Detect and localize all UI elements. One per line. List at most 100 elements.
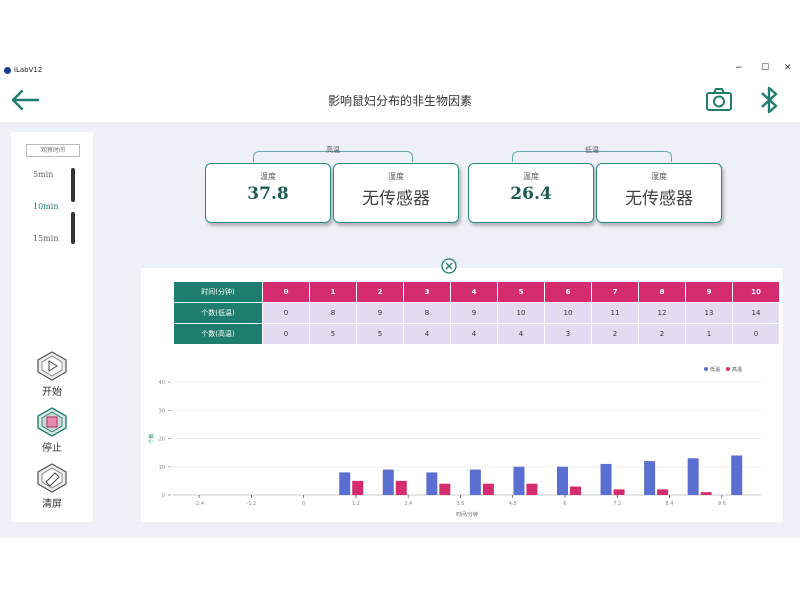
sensor-name: 湿度 [388, 172, 404, 181]
group-high-temp: 高温 [253, 145, 413, 162]
table-cell: 0 [262, 302, 310, 324]
interval-slider-lower[interactable] [71, 212, 75, 244]
table-cell: 14 [732, 302, 780, 324]
legend-marker [726, 367, 730, 371]
interval-option-5min[interactable]: 5min [33, 170, 53, 179]
table-cell: 4 [497, 323, 545, 345]
bar-high-temp [526, 483, 538, 495]
bar-high-temp [700, 492, 712, 495]
bar-low-temp [600, 463, 612, 495]
sensor-card-high-temp[interactable]: 温度 37.8 [205, 163, 331, 223]
x-tick-label: 2.4 [404, 501, 412, 507]
y-tick-label: 0 [162, 493, 165, 499]
table-header-cell: 4 [450, 281, 498, 303]
table-header-cell: 5 [497, 281, 545, 303]
x-tick-label: 1.2 [352, 501, 360, 507]
clear-icon [37, 463, 67, 493]
bar-chart: 0 10 20 30 40 -2.4 -1.2 0 1.2 2.4 3.6 4.8 6 7.2 8.4 9.6… [148, 366, 761, 518]
table-row: 个数(高温) 0 5 5 4 4 4 3 2 2 1 0 [173, 323, 780, 345]
app-logo-icon [4, 67, 11, 74]
bar-high-temp [439, 483, 451, 495]
bar-low-temp [557, 466, 568, 495]
app-header: 影响鼠妇分布的非生物因素 [0, 80, 800, 122]
table-cell: 10 [544, 302, 592, 324]
table-cell: 8 [309, 302, 357, 324]
table-header-cell: 7 [591, 281, 639, 303]
bar-low-temp [469, 469, 481, 495]
bar-low-temp [687, 458, 699, 495]
play-icon [37, 351, 67, 381]
interval-slider-upper[interactable] [71, 168, 75, 202]
bar-high-temp [613, 489, 625, 495]
table-cell: 2 [638, 323, 686, 345]
table-header-cell: 0 [262, 281, 310, 303]
sensor-name: 温度 [260, 172, 276, 181]
row-label: 个数(高温) [173, 323, 263, 345]
interval-option-15min[interactable]: 15min [33, 234, 58, 243]
x-tick-label: -1.2 [247, 501, 257, 507]
x-axis-label: 时间/分钟 [456, 511, 478, 518]
y-tick-label: 30 [159, 408, 165, 414]
table-header-cell: 1 [309, 281, 357, 303]
group-low-temp: 低温 [512, 145, 672, 162]
sensor-value: 37.8 [247, 184, 289, 204]
bar-low-temp [426, 472, 438, 495]
start-label: 开始 [42, 387, 62, 398]
bar-low-temp [382, 469, 394, 495]
table-cell: 1 [685, 323, 733, 345]
camera-icon[interactable] [704, 85, 734, 115]
table-header-cell: 9 [685, 281, 733, 303]
stop-button[interactable]: 停止 [33, 406, 71, 454]
sensor-card-low-humidity[interactable]: 湿度 无传感器 [596, 163, 722, 223]
group-high-temp-label: 高温 [326, 146, 340, 154]
bluetooth-icon[interactable] [756, 84, 782, 116]
maximize-button[interactable]: ☐ [761, 63, 769, 73]
clear-button[interactable]: 清屏 [33, 462, 71, 510]
start-button[interactable]: 开始 [33, 350, 71, 398]
sensor-card-high-humidity[interactable]: 湿度 无传感器 [333, 163, 459, 223]
window-title: iLabV12 [14, 66, 43, 74]
x-tick-label: 3.6 [456, 501, 464, 507]
y-axis-label: 个数 [148, 433, 155, 443]
table-cell: 10 [497, 302, 545, 324]
table-header-label: 时间(分钟) [173, 281, 263, 303]
table-cell: 4 [450, 323, 498, 345]
table-header-cell: 8 [638, 281, 686, 303]
table-cell: 9 [356, 302, 404, 324]
table-header-cell: 3 [403, 281, 451, 303]
sensor-card-low-temp[interactable]: 温度 26.4 [468, 163, 594, 223]
y-tick-label: 20 [159, 437, 165, 443]
sidebar: 观察时间 5min 10min 15min 开始 停止 清屏 [11, 132, 93, 522]
sensor-name: 温度 [523, 172, 539, 181]
x-tick-label: 4.8 [509, 501, 517, 507]
bar-high-temp [570, 486, 581, 495]
row-label: 个数(低温) [173, 302, 263, 324]
x-tick-label: 8.4 [666, 501, 674, 507]
table-header-cell: 6 [544, 281, 592, 303]
legend-marker [704, 367, 708, 371]
table-header-row: 时间(分钟) 0 1 2 3 4 5 6 7 8 9 10 [173, 281, 780, 303]
close-circle-icon[interactable] [441, 258, 457, 274]
stop-icon [37, 407, 67, 437]
interval-option-10min[interactable]: 10min [33, 202, 58, 211]
bar-high-temp [352, 480, 364, 495]
table-cell: 0 [732, 323, 780, 345]
bar-low-temp [731, 455, 743, 495]
table-cell: 4 [403, 323, 451, 345]
close-window-button[interactable]: ✕ [784, 63, 792, 73]
minimize-button[interactable]: − [735, 63, 743, 73]
stop-label: 停止 [42, 443, 62, 454]
table-header-cell: 10 [732, 281, 780, 303]
x-tick-label: 7.2 [613, 501, 621, 507]
bar-low-temp [644, 461, 656, 495]
legend-label: 低温 [710, 366, 720, 373]
data-table: 时间(分钟) 0 1 2 3 4 5 6 7 8 9 10 个数(低温) 0 8… [173, 281, 780, 345]
x-tick-label: 9.6 [718, 501, 726, 507]
bar-high-temp [657, 489, 669, 495]
table-cell: 11 [591, 302, 639, 324]
clear-label: 清屏 [42, 499, 62, 510]
sensor-value: 无传感器 [625, 189, 693, 209]
sensor-name: 湿度 [651, 172, 667, 181]
table-row: 个数(低温) 0 8 9 8 9 10 10 11 12 13 14 [173, 302, 780, 324]
interval-label: 观察时间 [26, 144, 80, 157]
